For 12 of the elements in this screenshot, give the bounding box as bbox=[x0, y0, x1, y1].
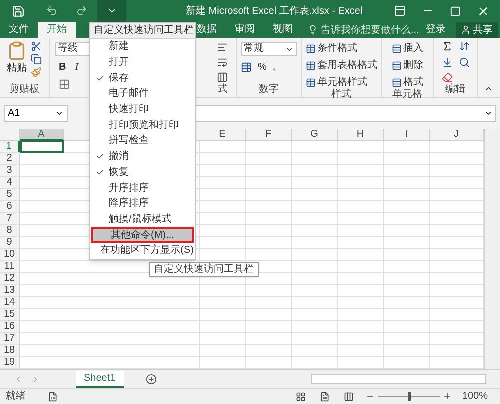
group-label: 单元格 bbox=[392, 90, 422, 100]
window-title: 新建 Microsoft Excel 工作表.xlsx - Excel bbox=[186, 4, 363, 18]
group-label: 编辑 bbox=[446, 85, 466, 95]
group-label: 式 bbox=[218, 85, 228, 95]
menu-title: 自定义快速访问工具栏 bbox=[90, 23, 195, 39]
tooltip: 自定义快速访问工具栏 bbox=[149, 262, 259, 277]
tell-me-placeholder: 告诉我你想要做什么... bbox=[321, 24, 420, 38]
status-text: 就绪 bbox=[6, 390, 26, 404]
group-label: 剪贴板 bbox=[10, 85, 40, 95]
group-label: 样式 bbox=[332, 90, 352, 100]
group-label: 数字 bbox=[259, 85, 279, 95]
zoom-level: 100% bbox=[462, 390, 488, 404]
